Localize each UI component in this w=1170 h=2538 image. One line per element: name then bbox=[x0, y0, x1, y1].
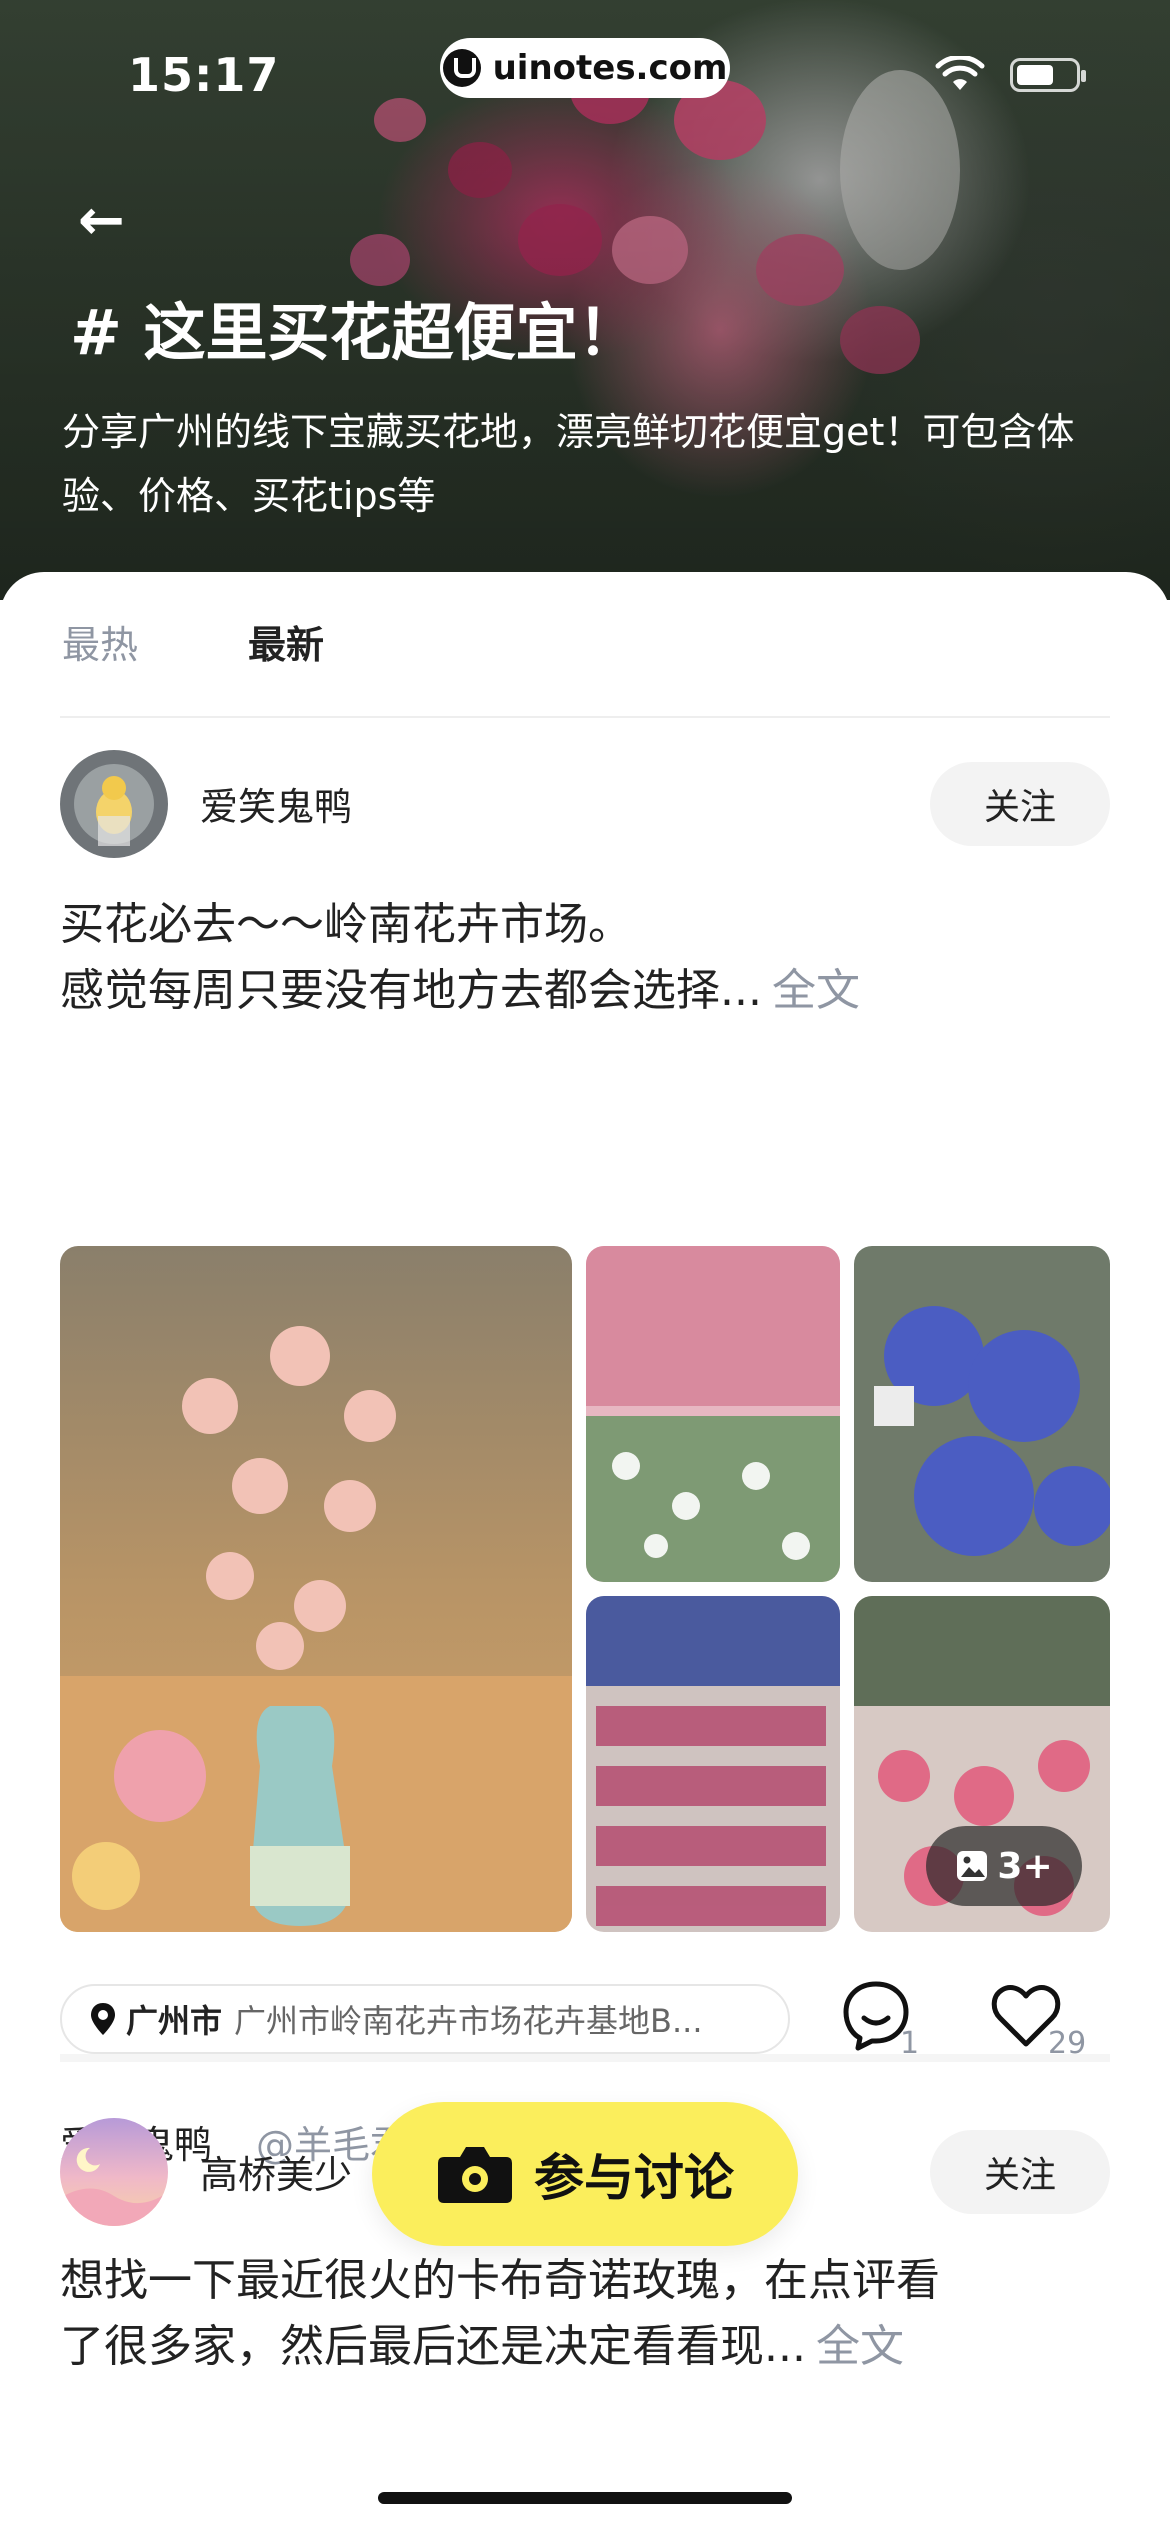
location-tag[interactable]: 广州市 广州市岭南花卉市场花卉基地B... bbox=[60, 1984, 790, 2054]
join-discussion-label: 参与讨论 bbox=[534, 2149, 734, 2207]
photo-grid: 3+ bbox=[60, 1246, 1110, 1932]
tabs-divider bbox=[60, 716, 1110, 718]
home-indicator[interactable] bbox=[378, 2492, 792, 2504]
status-time: 15:17 bbox=[128, 48, 280, 102]
location-address: 广州市岭南花卉市场花卉基地B... bbox=[234, 2002, 703, 2040]
post-separator bbox=[60, 2054, 1110, 2062]
follow-button[interactable]: 关注 bbox=[930, 762, 1110, 846]
post-text-line2: 感觉每周只要没有地方去都会选择... bbox=[60, 965, 762, 1016]
site-pill: uinotes.com bbox=[440, 38, 730, 98]
photo-4[interactable] bbox=[586, 1596, 840, 1932]
post-card[interactable]: 爱笑鬼鸭 关注 买花必去～～岭南花卉市场。 感觉每周只要没有地方去都会选择...… bbox=[60, 750, 1110, 2167]
topic-description: 分享广州的线下宝藏买花地，漂亮鲜切花便宜get！可包含体验、价格、买花tips等 bbox=[62, 410, 1075, 518]
tab-hot[interactable]: 最热 bbox=[62, 614, 138, 669]
post-text-line1: 买花必去～～岭南花卉市场。 bbox=[60, 899, 632, 950]
sort-tabs: 最热 最新 bbox=[62, 614, 324, 669]
post-text[interactable]: 想找一下最近很火的卡布奇诺玫瑰，在点评看 了很多家，然后最后还是决定看看现...… bbox=[60, 2248, 1110, 2380]
post-text-line2: 了很多家，然后最后还是决定看看现... bbox=[60, 2321, 806, 2372]
photo-main[interactable] bbox=[60, 1246, 572, 1932]
location-city: 广州市 bbox=[126, 2002, 223, 2040]
topic-title: # 这里买花超便宜！ bbox=[70, 296, 640, 369]
post-username[interactable]: 高桥美少 bbox=[200, 2144, 352, 2199]
photo-2[interactable] bbox=[586, 1246, 840, 1582]
camera-icon bbox=[438, 2147, 512, 2203]
post-text[interactable]: 买花必去～～岭南花卉市场。 感觉每周只要没有地方去都会选择... 全文 bbox=[60, 892, 1110, 1024]
follow-button[interactable]: 关注 bbox=[930, 2130, 1110, 2214]
photo-3[interactable] bbox=[854, 1246, 1110, 1582]
status-bar: 15:17 uinotes.com bbox=[0, 38, 1170, 118]
post-text-line1: 想找一下最近很火的卡布奇诺玫瑰，在点评看 bbox=[60, 2255, 940, 2306]
battery-icon bbox=[1010, 58, 1086, 92]
avatar[interactable] bbox=[60, 750, 168, 858]
wifi-icon bbox=[935, 56, 985, 90]
photo-5[interactable]: 3+ bbox=[854, 1596, 1110, 1932]
site-name: uinotes.com bbox=[492, 48, 728, 88]
avatar[interactable] bbox=[60, 2118, 168, 2226]
join-discussion-button[interactable]: 参与讨论 bbox=[372, 2102, 798, 2246]
image-icon bbox=[957, 1851, 988, 1881]
back-arrow-icon[interactable]: ← bbox=[78, 188, 125, 253]
read-more-link[interactable]: 全文 bbox=[772, 965, 860, 1016]
tab-new[interactable]: 最新 bbox=[248, 614, 324, 669]
read-more-link[interactable]: 全文 bbox=[816, 2321, 904, 2372]
uinotes-logo-icon bbox=[442, 49, 481, 87]
more-photos-count: 3+ bbox=[997, 1845, 1053, 1887]
post-username[interactable]: 爱笑鬼鸭 bbox=[200, 776, 352, 831]
more-photos-badge[interactable]: 3+ bbox=[926, 1826, 1082, 1906]
location-pin-icon bbox=[91, 2003, 115, 2035]
